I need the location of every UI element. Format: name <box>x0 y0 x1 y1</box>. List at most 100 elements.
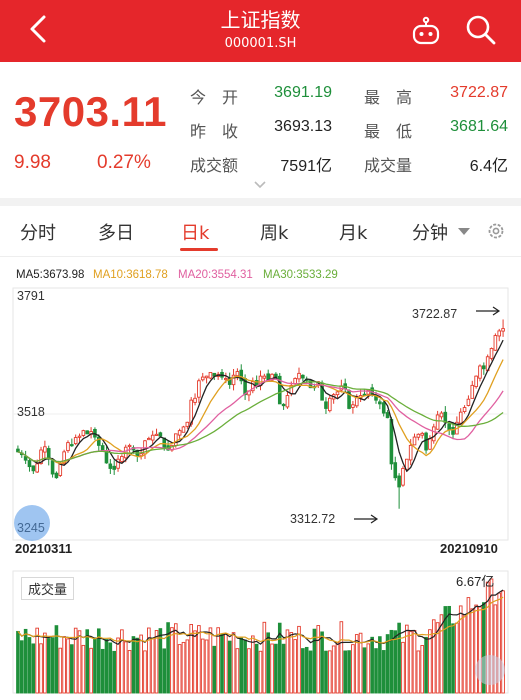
volume-bar <box>220 633 224 694</box>
period-low-label: 3312.72 <box>290 512 336 526</box>
volume-bar <box>204 639 209 694</box>
volume-bar <box>408 631 413 694</box>
candle <box>197 380 201 398</box>
volume-bar <box>16 630 20 694</box>
open-value: 3691.19 <box>274 84 332 101</box>
chevron-down-icon[interactable] <box>458 228 470 235</box>
volume-bar <box>93 637 97 694</box>
tab-multiday[interactable]: 多日 <box>98 219 134 245</box>
annotation-arrows <box>354 306 501 524</box>
candle <box>127 444 132 448</box>
gear-icon[interactable] <box>485 220 507 242</box>
volume-bar <box>354 634 359 694</box>
volume-max-label: 6.67亿 <box>456 574 495 589</box>
candle <box>281 403 286 407</box>
candle <box>224 378 228 381</box>
volume-bar <box>254 643 259 694</box>
candle <box>351 404 355 408</box>
candle <box>77 435 82 438</box>
candle <box>50 460 55 475</box>
volume-bar <box>66 638 70 694</box>
high-label: 最 高 <box>364 88 413 107</box>
candle <box>397 475 401 488</box>
candle <box>81 430 86 436</box>
volume-bar <box>431 619 436 694</box>
volume-bar <box>235 648 240 694</box>
period-high-label: 3722.87 <box>412 307 458 321</box>
volume-bar <box>247 648 251 694</box>
volume-bar <box>243 639 247 694</box>
robot-assistant-icon[interactable] <box>410 15 442 47</box>
candle <box>428 438 432 450</box>
volume-bar <box>27 637 32 694</box>
volume-bar <box>420 645 425 694</box>
candle <box>177 430 182 436</box>
candle <box>43 446 47 453</box>
volume-bar <box>197 625 201 694</box>
volume-bar <box>77 630 82 694</box>
volume-bar <box>374 648 378 694</box>
volume-bar <box>266 632 270 694</box>
volume-bar <box>181 641 186 694</box>
chevron-down-icon[interactable] <box>253 180 267 190</box>
volume-bar <box>135 637 140 694</box>
volume-bar <box>200 638 205 694</box>
volume-bar <box>293 639 297 694</box>
volume-bar <box>401 641 405 694</box>
ma5-legend: MA5:3673.98 <box>16 269 85 281</box>
volume-bar <box>108 642 113 694</box>
volume-bar <box>470 608 475 694</box>
volume-bar <box>116 637 120 694</box>
candle <box>501 328 505 332</box>
volume-bar <box>274 643 278 694</box>
turnover-label: 成交额 <box>190 156 239 175</box>
volume-bar <box>331 645 336 694</box>
volume-value: 6.4亿 <box>469 158 508 175</box>
volume-bar <box>231 632 236 694</box>
volume-bar <box>324 650 328 694</box>
candle <box>120 456 124 462</box>
tab-monthly-k[interactable]: 月k <box>339 219 367 245</box>
tab-weekly-k[interactable]: 周k <box>260 219 288 245</box>
assistant-float-icon[interactable] <box>475 655 505 685</box>
candle <box>443 411 448 423</box>
tab-daily-k[interactable]: 日k <box>181 219 209 245</box>
candle <box>73 437 78 445</box>
candle <box>416 433 421 438</box>
ma-lines-layer <box>17 339 504 473</box>
volume-indicator-selector[interactable]: 成交量 <box>21 577 75 600</box>
tabs-divider <box>0 256 521 257</box>
prev-close-label: 昨 收 <box>190 122 239 141</box>
volume-bar <box>70 644 74 694</box>
drawing-tool-icon[interactable] <box>14 505 50 541</box>
candle <box>424 432 428 451</box>
app-header: 上证指数 000001.SH <box>0 0 521 62</box>
search-icon[interactable] <box>464 13 498 47</box>
volume-label: 成交量 <box>364 156 413 175</box>
volume-bar <box>289 632 294 694</box>
candle <box>35 463 39 473</box>
candle <box>204 375 209 379</box>
candle <box>23 456 28 461</box>
candle <box>393 462 398 479</box>
volume-bar <box>212 645 217 694</box>
volume-bar <box>285 629 290 694</box>
volume-bar <box>301 648 305 694</box>
candle <box>96 436 101 446</box>
volume-bar <box>343 650 348 694</box>
kline-chart[interactable] <box>0 283 521 700</box>
volume-bar <box>227 640 232 694</box>
volume-bar <box>335 642 340 694</box>
candle <box>262 375 267 379</box>
volume-bar <box>366 643 371 694</box>
volume-bar <box>462 614 467 694</box>
volume-bar <box>58 647 63 694</box>
candle <box>185 421 190 427</box>
tab-minute[interactable]: 分钟 <box>412 219 448 245</box>
candle <box>412 436 417 446</box>
tab-intraday[interactable]: 分时 <box>20 219 56 245</box>
candle <box>439 412 444 418</box>
low-value: 3681.64 <box>450 118 508 135</box>
volume-bar <box>370 636 374 694</box>
volume-bar <box>351 644 355 694</box>
